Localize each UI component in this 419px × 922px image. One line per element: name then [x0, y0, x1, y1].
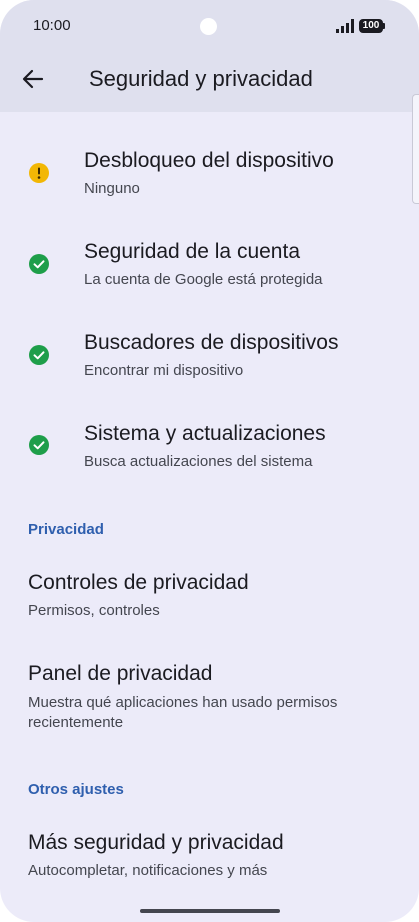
list-item-more-security[interactable]: Más seguridad y privacidad Autocompletar… — [0, 818, 419, 888]
home-indicator[interactable] — [140, 909, 280, 913]
phone-screen: 10:00 100 Seguridad y privacidad Desbloq… — [0, 0, 419, 922]
list-item-privacy-dashboard[interactable]: Panel de privacidad Muestra qué aplicaci… — [0, 650, 419, 740]
list-item-system-updates[interactable]: Sistema y actualizaciones Busca actualiz… — [0, 411, 419, 491]
status-bar: 10:00 100 — [0, 0, 419, 52]
item-title: Desbloqueo del dispositivo — [84, 149, 334, 172]
item-subtitle: Ninguno — [84, 180, 140, 197]
item-subtitle: Permisos, controles — [28, 602, 160, 619]
front-camera — [200, 18, 217, 35]
item-title: Sistema y actualizaciones — [84, 422, 326, 445]
item-subtitle: Muestra qué aplicaciones han usado permi… — [28, 694, 338, 731]
arrow-back-icon — [22, 69, 44, 89]
app-bar: 10:00 100 Seguridad y privacidad — [0, 0, 419, 112]
item-subtitle: Encontrar mi dispositivo — [84, 362, 244, 379]
list-item-device-unlock[interactable]: Desbloqueo del dispositivo Ninguno — [0, 136, 419, 216]
warning-icon — [29, 163, 49, 183]
check-icon — [29, 345, 49, 365]
battery-icon: 100 — [359, 19, 383, 33]
check-icon — [29, 254, 49, 274]
status-time: 10:00 — [33, 17, 71, 34]
section-header-privacy: Privacidad — [28, 521, 104, 538]
item-subtitle: Autocompletar, notificaciones y más — [28, 862, 268, 879]
page-title: Seguridad y privacidad — [89, 66, 313, 91]
item-title: Seguridad de la cuenta — [84, 240, 300, 263]
signal-icon — [336, 19, 354, 33]
back-button[interactable] — [14, 60, 52, 98]
item-title: Controles de privacidad — [28, 571, 249, 594]
check-icon — [29, 435, 49, 455]
section-header-other: Otros ajustes — [28, 781, 124, 798]
item-title: Panel de privacidad — [28, 662, 213, 685]
list-item-device-finders[interactable]: Buscadores de dispositivos Encontrar mi … — [0, 320, 419, 400]
list-item-account-security[interactable]: Seguridad de la cuenta La cuenta de Goog… — [0, 228, 419, 308]
item-subtitle: La cuenta de Google está protegida — [84, 271, 323, 288]
item-title: Buscadores de dispositivos — [84, 331, 339, 354]
item-title: Más seguridad y privacidad — [28, 831, 284, 854]
list-item-privacy-controls[interactable]: Controles de privacidad Permisos, contro… — [0, 558, 419, 636]
battery-tip — [383, 23, 385, 29]
item-subtitle: Busca actualizaciones del sistema — [84, 453, 313, 470]
